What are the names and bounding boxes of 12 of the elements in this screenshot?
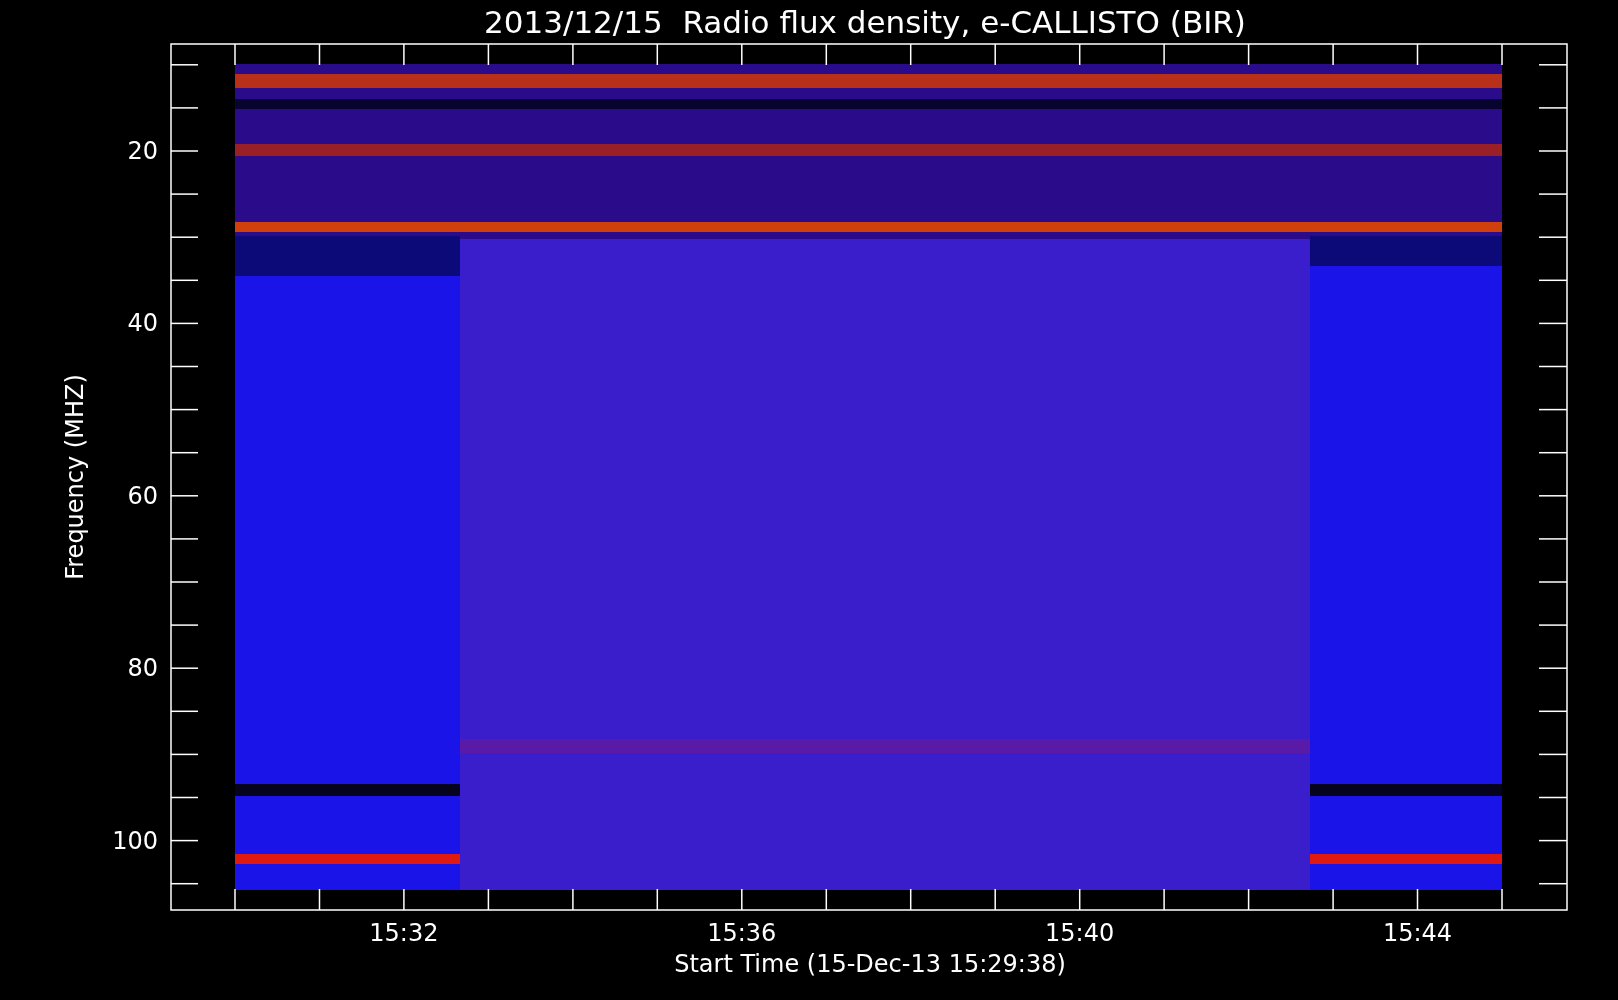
y-tick-label: 80 [126,654,158,683]
x-tick-label: 15:36 [706,919,778,947]
y-tick-label: 60 [126,481,158,510]
x-tick-label: 15:40 [1044,919,1116,947]
y-tick-label: 40 [126,309,158,338]
y-tick-label: 20 [126,137,158,165]
chart-title: 2013/12/15 Radio flux density, e-CALLISTO (BIR) [483,3,1247,42]
y-axis-label: Frequency (MHZ) [60,373,90,582]
x-tick-label: 15:44 [1381,919,1454,947]
x-tick-label: 15:32 [368,919,440,947]
x-axis-label: Start Time (15-Dec-13 15:29:38) [673,949,1067,979]
y-tick-label: 100 [111,826,158,855]
